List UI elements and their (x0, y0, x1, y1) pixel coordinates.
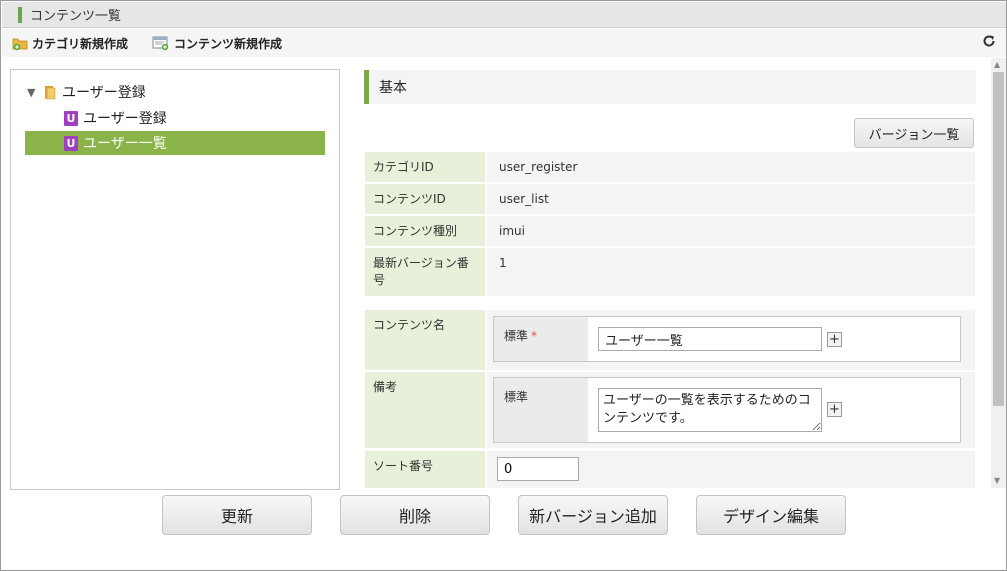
toolbar: カテゴリ新規作成 コンテンツ新規作成 (2, 29, 1006, 57)
field-row-content-id: コンテンツID user_list (365, 184, 975, 214)
folder-icon (45, 85, 56, 99)
title-marker (18, 6, 22, 23)
new-category-label: カテゴリ新規作成 (32, 36, 129, 51)
field-label: 備考 (365, 372, 485, 448)
locale-text: 標準 (504, 329, 529, 343)
content-u-icon: U (64, 110, 78, 126)
title-bar: コンテンツ一覧 (2, 2, 1006, 28)
field-label: 最新バージョン番号 (365, 248, 485, 296)
field-row-content-type: コンテンツ種別 imui (365, 216, 975, 246)
required-mark: * (531, 329, 538, 343)
add-locale-plus-icon[interactable]: + (827, 332, 842, 347)
new-content-label: コンテンツ新規作成 (174, 36, 283, 51)
folder-add-icon (12, 38, 28, 51)
field-label: カテゴリID (365, 152, 485, 182)
tree-item-user-list[interactable]: U ユーザー一覧 (25, 131, 325, 155)
edit-design-button[interactable]: デザイン編集 (696, 495, 846, 535)
new-category-button[interactable]: カテゴリ新規作成 (12, 35, 128, 52)
update-button[interactable]: 更新 (162, 495, 312, 535)
tree-item-user-register[interactable]: U ユーザー登録 (64, 106, 184, 130)
field-label: ソート番号 (365, 451, 485, 488)
sort-number-input[interactable] (497, 457, 579, 481)
note-textarea[interactable]: ユーザーの一覧を表示するためのコンテンツです。 (598, 388, 822, 432)
refresh-icon (983, 35, 995, 47)
refresh-button[interactable] (982, 34, 996, 52)
content-tree: ▼ ユーザー登録 U ユーザー登録 U ユーザー一覧 (10, 69, 340, 490)
tree-item-label: ユーザー一覧 (83, 136, 167, 152)
field-value: imui (487, 216, 975, 246)
document-add-icon (152, 36, 169, 51)
scroll-up-arrow-icon[interactable]: ▲ (994, 60, 1000, 69)
version-list-button[interactable]: バージョン一覧 (854, 118, 974, 148)
content-u-icon: U (64, 135, 78, 151)
detail-scrollbar[interactable]: ▲ ▼ (991, 58, 1006, 488)
field-label: コンテンツ名 (365, 310, 485, 370)
field-row-category-id: カテゴリID user_register (365, 152, 975, 182)
field-value: user_list (487, 184, 975, 214)
locale-label: 標準 * (494, 317, 588, 361)
window-title: コンテンツ一覧 (30, 9, 122, 24)
field-row-sort: ソート番号 (365, 451, 975, 488)
locale-label: 標準 (494, 378, 588, 442)
tree-item-label: ユーザー登録 (83, 111, 167, 127)
action-bar: 更新 削除 新バージョン追加 デザイン編集 (1, 495, 1007, 535)
field-row-latest-version: 最新バージョン番号 1 (365, 248, 975, 296)
tree-folder-label: ユーザー登録 (62, 85, 146, 101)
content-name-input[interactable] (598, 327, 822, 351)
detail-panel: 基本 バージョン一覧 カテゴリID user_register コンテンツID … (361, 67, 991, 488)
tree-folder-user-register[interactable]: ▼ ユーザー登録 (27, 80, 146, 104)
note-locale-box: 標準 ユーザーの一覧を表示するためのコンテンツです。 + (493, 377, 961, 443)
field-label: コンテンツID (365, 184, 485, 214)
new-content-button[interactable]: コンテンツ新規作成 (152, 35, 282, 52)
add-locale-plus-icon[interactable]: + (827, 402, 842, 417)
scroll-down-arrow-icon[interactable]: ▼ (994, 476, 1000, 485)
scroll-thumb[interactable] (993, 72, 1004, 406)
delete-button[interactable]: 削除 (340, 495, 490, 535)
field-label: コンテンツ種別 (365, 216, 485, 246)
section-header-basic: 基本 (364, 70, 976, 104)
expand-triangle-icon[interactable]: ▼ (27, 86, 37, 99)
field-value: user_register (487, 152, 975, 182)
content-name-locale-box: 標準* + (493, 316, 961, 362)
window-frame: コンテンツ一覧 カテゴリ新規作成 コンテンツ新規作成 ▼ ユーザー登録 U ユー… (0, 0, 1007, 571)
field-value: 1 (487, 248, 975, 296)
add-version-button[interactable]: 新バージョン追加 (518, 495, 668, 535)
